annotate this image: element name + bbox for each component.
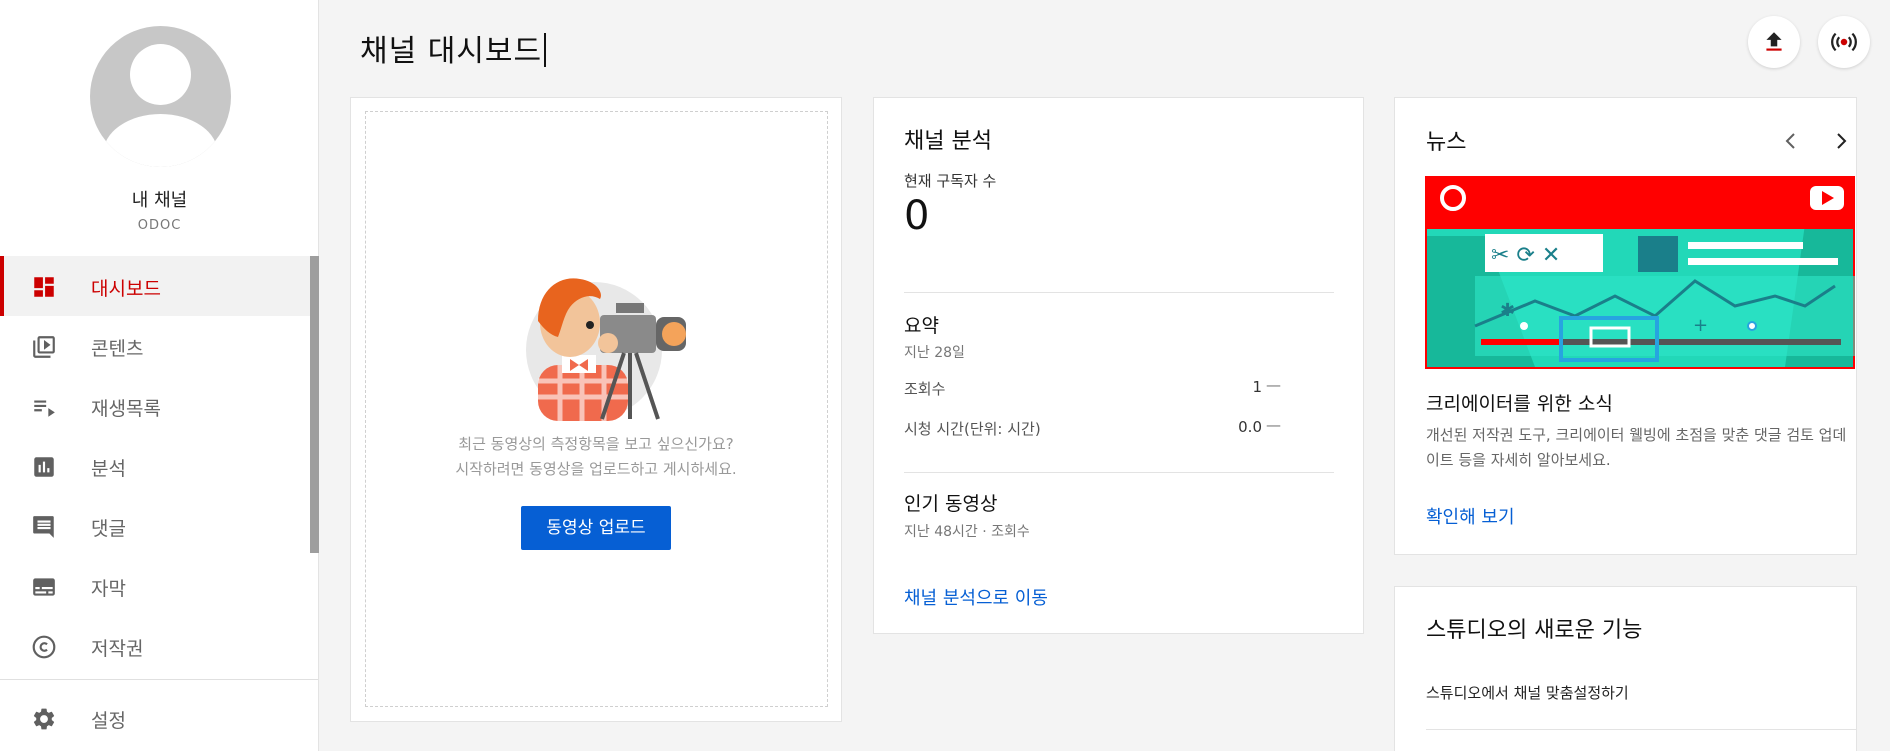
subtitles-icon — [33, 578, 55, 596]
sidebar-item-label: 콘텐츠 — [91, 338, 144, 360]
sidebar-item-label: 재생목록 — [91, 398, 161, 420]
sidebar-item-label: 대시보드 — [91, 278, 161, 300]
watch-time-value: 0.0 — [1238, 418, 1262, 436]
studio-new-title: 스튜디오의 새로운 기능 — [1426, 618, 1643, 643]
live-broadcast-icon — [1831, 32, 1857, 52]
views-change: — — [1266, 376, 1281, 394]
sidebar-nav: 대시보드 콘텐츠 재생목록 분석 댓글 자막 저작권 — [0, 256, 319, 676]
playlist-icon — [34, 400, 55, 417]
dashboard-icon — [34, 277, 54, 297]
sidebar-item-settings[interactable]: 설정 — [0, 688, 319, 748]
upload-video-button[interactable]: 동영상 업로드 — [521, 506, 671, 550]
sidebar-item-label: 저작권 — [91, 638, 144, 660]
news-title: 뉴스 — [1426, 130, 1467, 155]
sidebar-item-label: 댓글 — [91, 518, 126, 540]
analytics-icon — [34, 457, 54, 477]
upload-prompt-line2: 시작하려면 동영상을 업로드하고 게시하세요. — [455, 460, 737, 478]
popular-videos-title: 인기 동영상 — [904, 493, 998, 515]
news-banner-image[interactable]: ✂ ⟳ ✕ ✱ + — [1425, 176, 1855, 369]
news-headline: 크리에이터를 위한 소식 — [1426, 393, 1613, 415]
svg-text:✱: ✱ — [1500, 300, 1515, 321]
studio-divider — [1426, 729, 1856, 730]
news-read-more-link[interactable]: 확인해 보기 — [1426, 503, 1515, 529]
sidebar-divider — [0, 679, 318, 680]
studio-new-item[interactable]: 스튜디오에서 채널 맞춤설정하기 — [1426, 682, 1629, 703]
channel-handle: ODOC — [137, 218, 182, 233]
svg-text:+: + — [1693, 315, 1708, 336]
sidebar-item-comments[interactable]: 댓글 — [0, 496, 319, 556]
subscribers-label: 현재 구독자 수 — [904, 172, 997, 190]
sidebar-scrollbar[interactable] — [310, 256, 319, 553]
copyright-icon — [32, 635, 56, 659]
channel-name[interactable]: 내 채널 — [0, 186, 319, 212]
sidebar: 내 채널 ODOC 대시보드 콘텐츠 재생목록 분석 댓글 자막 저작권 설정 — [0, 0, 319, 751]
views-value: 1 — [1252, 378, 1262, 396]
popular-videos-subtitle: 지난 48시간 · 조회수 — [904, 524, 1030, 540]
go-to-analytics-link[interactable]: 채널 분석으로 이동 — [904, 584, 1048, 610]
sidebar-item-label: 분석 — [91, 458, 126, 480]
sidebar-item-label: 설정 — [91, 710, 126, 732]
upload-button[interactable] — [1748, 16, 1800, 68]
studio-whats-new-card — [1394, 586, 1857, 751]
sidebar-item-content[interactable]: 콘텐츠 — [0, 316, 319, 376]
summary-title: 요약 — [904, 315, 939, 337]
news-description: 개선된 저작권 도구, 크리에이터 웰빙에 초점을 맞춘 댓글 검토 업데이트 … — [1426, 426, 1847, 469]
views-label: 조회수 — [904, 380, 946, 398]
sidebar-item-playlists[interactable]: 재생목록 — [0, 376, 319, 436]
upload-icon — [1766, 32, 1782, 51]
analytics-divider — [904, 472, 1334, 473]
sidebar-item-analytics[interactable]: 분석 — [0, 436, 319, 496]
sidebar-item-dashboard[interactable]: 대시보드 — [0, 256, 319, 316]
analytics-title: 채널 분석 — [904, 129, 992, 154]
page-title: 채널 대시보드 — [360, 26, 547, 70]
comment-icon — [33, 516, 54, 538]
upload-prompt-line1: 최근 동영상의 측정항목을 보고 싶으신가요? — [458, 435, 734, 453]
camera-person-illustration — [526, 278, 686, 421]
watch-time-label: 시청 시간(단위: 시간) — [904, 420, 1041, 438]
sidebar-item-label: 자막 — [91, 578, 126, 600]
analytics-divider — [904, 292, 1334, 293]
go-live-button[interactable] — [1818, 16, 1870, 68]
gear-icon — [33, 708, 55, 730]
summary-period: 지난 28일 — [904, 345, 965, 361]
avatar[interactable] — [90, 26, 231, 167]
svg-text:✂ ⟳ ✕: ✂ ⟳ ✕ — [1491, 243, 1560, 268]
chevron-right-icon[interactable] — [1832, 131, 1850, 151]
subscriber-count: 0 — [904, 193, 930, 239]
sidebar-item-copyright[interactable]: 저작권 — [0, 616, 319, 676]
chevron-left-icon[interactable] — [1782, 131, 1800, 151]
sidebar-item-subtitles[interactable]: 자막 — [0, 556, 319, 616]
watch-time-change: — — [1266, 416, 1281, 434]
video-library-icon — [33, 336, 55, 358]
